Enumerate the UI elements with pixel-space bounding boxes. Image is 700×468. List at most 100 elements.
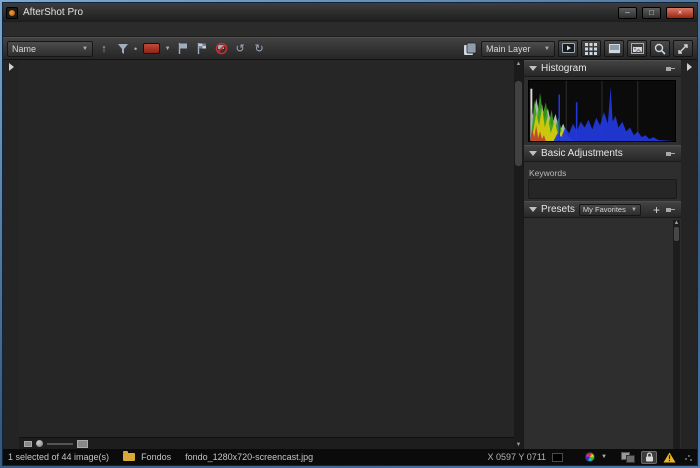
histogram-header[interactable]: Histogram (524, 60, 681, 77)
fullscreen-button[interactable] (673, 40, 693, 57)
app-icon (6, 7, 18, 19)
chevron-down-icon: ▼ (631, 207, 637, 213)
presets-panel: Presets My Favorites▼ + ▲ (524, 201, 681, 449)
color-label-swatch[interactable] (143, 43, 160, 54)
collapse-arrow-icon[interactable] (529, 151, 537, 156)
flag-icon (177, 42, 189, 55)
slideshow-button[interactable] (558, 40, 578, 57)
scroll-up-icon[interactable]: ▲ (516, 61, 522, 67)
review-flag-button[interactable] (194, 41, 210, 57)
layer-select[interactable]: Main Layer ▼ (481, 41, 555, 57)
thumbnail-size-slider-track[interactable] (47, 443, 73, 445)
single-view-button[interactable] (604, 40, 624, 57)
large-thumbnail-icon (77, 440, 88, 448)
small-thumbnail-icon (24, 441, 32, 447)
lock-icon (645, 452, 654, 462)
sort-direction-button[interactable]: ↑ (96, 41, 112, 57)
thumbnail-grid (19, 68, 514, 437)
chevron-down-icon: ▼ (82, 46, 88, 52)
main-area: ▲ ▼ Histogram (3, 60, 697, 449)
lock-button[interactable] (641, 451, 657, 464)
maximize-button[interactable]: □ (642, 7, 661, 19)
close-button[interactable]: × (666, 7, 694, 19)
color-profile-icon[interactable] (585, 452, 595, 462)
thumbnail-size-slider-handle[interactable] (36, 440, 43, 447)
chevron-down-icon: ▼ (544, 46, 550, 52)
left-tab-strip (3, 60, 19, 449)
menu-bar (3, 22, 697, 37)
magnifier-button[interactable] (650, 40, 670, 57)
thumbnail-view-button[interactable] (581, 40, 601, 57)
histogram-display (524, 77, 681, 145)
presets-favorites-select[interactable]: My Favorites▼ (579, 204, 641, 216)
chevron-down-icon: ▼ (165, 46, 171, 52)
sampled-color-swatch (552, 453, 563, 462)
basic-adjustments-title: Basic Adjustments (541, 148, 623, 159)
layer-select-value: Main Layer (486, 44, 540, 54)
checkered-flag-icon (196, 42, 208, 55)
presets-tree: ▲ (524, 218, 681, 449)
rotate-left-button[interactable]: ↺ (232, 41, 248, 57)
presets-title: Presets (541, 204, 575, 215)
scrollbar-thumb[interactable] (674, 227, 679, 241)
title-bar[interactable]: AfterShot Pro – □ × (3, 3, 697, 22)
selection-count: 1 selected of 44 image(s) (8, 452, 109, 462)
presets-favorites-value: My Favorites (583, 205, 629, 214)
right-tab-strip (681, 60, 697, 449)
flag-button[interactable] (175, 41, 191, 57)
collapse-strip-icon[interactable] (687, 63, 692, 71)
warning-icon[interactable] (663, 452, 676, 463)
no-flag-icon (215, 42, 228, 55)
sort-select-value: Name (12, 44, 78, 54)
expand-icon (677, 43, 689, 55)
single-image-icon (608, 43, 621, 54)
add-preset-button[interactable]: + (653, 205, 660, 215)
dual-image-icon[interactable] (621, 452, 635, 463)
cursor-coordinates: X 0597 Y 0711 (487, 452, 546, 462)
reject-flag-button[interactable] (213, 41, 229, 57)
combined-view-button[interactable] (627, 40, 647, 57)
rotate-right-button[interactable]: ↻ (251, 41, 267, 57)
grid-view-icon (585, 43, 597, 55)
grid-scrollbar[interactable]: ▲ ▼ (514, 60, 523, 449)
minimize-button[interactable]: – (618, 7, 637, 19)
chevron-down-icon[interactable]: ▼ (601, 454, 607, 460)
monitor-play-icon (562, 43, 575, 54)
funnel-icon (117, 43, 129, 55)
status-bar: 1 selected of 44 image(s) Fondos fondo_1… (3, 449, 697, 465)
color-label-dropdown[interactable]: ▼ (163, 41, 172, 57)
basic-adjustments-header[interactable]: Basic Adjustments (524, 145, 681, 162)
scroll-up-icon[interactable]: ▲ (674, 220, 680, 226)
folder-icon (123, 453, 135, 461)
toolbar: Name ▼ ↑ • ▼ ↺ ↻ Main Layer ▼ (3, 37, 697, 60)
pin-icon[interactable] (666, 65, 676, 73)
scroll-down-icon[interactable]: ▼ (516, 442, 522, 448)
collapse-arrow-icon[interactable] (529, 207, 537, 212)
window-title: AfterShot Pro (23, 7, 613, 18)
layers-button[interactable] (462, 41, 478, 57)
pin-icon[interactable] (666, 206, 676, 214)
current-folder[interactable]: Fondos (141, 452, 171, 462)
keywords-label: Keywords (524, 166, 681, 179)
keywords-input[interactable] (528, 179, 677, 199)
magnifier-icon (654, 43, 666, 55)
window-frame: AfterShot Pro – □ × Name ▼ ↑ • ▼ ↺ ↻ (0, 0, 700, 468)
current-filename: fondo_1280x720-screencast.jpg (185, 452, 313, 462)
presets-header[interactable]: Presets My Favorites▼ + (524, 201, 681, 218)
scrollbar-thumb[interactable] (515, 81, 522, 166)
aftershot-window: AfterShot Pro – □ × Name ▼ ↑ • ▼ ↺ ↻ (2, 2, 698, 466)
pin-icon[interactable] (666, 150, 676, 158)
histogram-graph (528, 80, 676, 142)
collapse-strip-icon[interactable] (9, 63, 14, 71)
partial-top-row (19, 60, 514, 68)
thumbnail-browser (19, 60, 514, 449)
layers-icon (463, 42, 477, 56)
resize-grip[interactable] (684, 453, 692, 461)
adjustments-panel: Histogram (523, 60, 681, 449)
thumbnail-zoom-bar (19, 437, 514, 449)
filter-button[interactable] (115, 41, 131, 57)
collapse-arrow-icon[interactable] (529, 66, 537, 71)
presets-scrollbar[interactable]: ▲ (673, 220, 680, 449)
sort-select[interactable]: Name ▼ (7, 41, 93, 57)
no-rating-dot[interactable]: • (134, 44, 137, 54)
